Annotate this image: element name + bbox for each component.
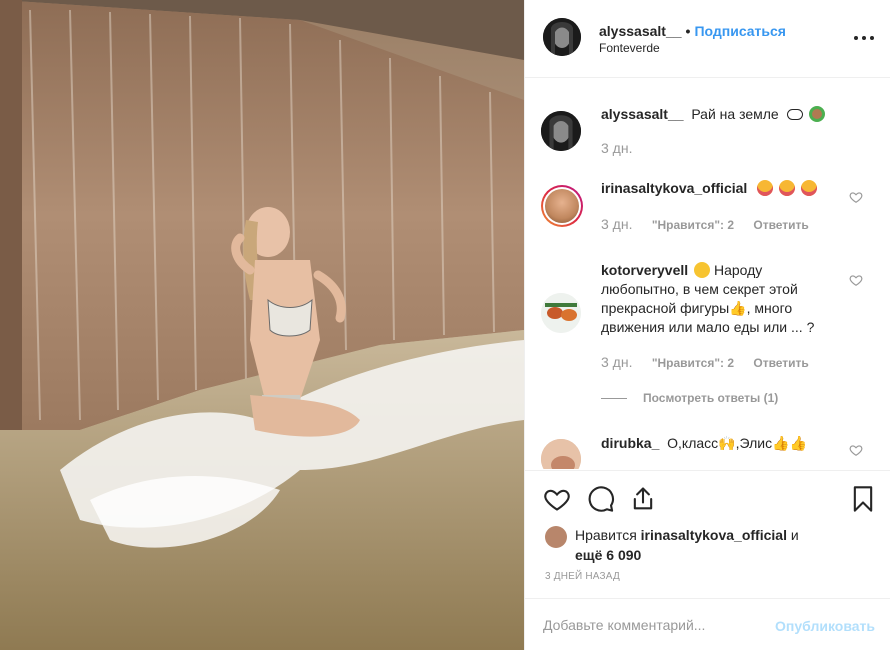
- like-comment-heart-icon[interactable]: [849, 190, 863, 204]
- author-avatar[interactable]: [541, 111, 581, 151]
- comment-meta: 3 дн.: [601, 140, 648, 156]
- view-replies-button[interactable]: Посмотреть ответы (1): [601, 391, 778, 405]
- comment-username[interactable]: dirubka_: [601, 435, 659, 451]
- comment-username[interactable]: irinasaltykova_official: [601, 180, 747, 196]
- waterfall-photo-illustration: [0, 0, 524, 650]
- likes-count[interactable]: ещё 6 090: [575, 547, 641, 563]
- comment-icon[interactable]: [587, 485, 615, 513]
- heart-icon[interactable]: [543, 485, 571, 513]
- comment-likes[interactable]: "Нравится": 2: [652, 218, 734, 232]
- thinking-face-emoji-icon: [694, 262, 711, 278]
- post-header: alyssasalt__ • Подписаться Fonteverde: [525, 0, 890, 78]
- bookmark-icon[interactable]: [849, 485, 877, 513]
- comment-meta: 3 дн. "Нравится": 2 Ответить: [601, 216, 825, 232]
- tongue-face-emoji-icon: [778, 180, 795, 196]
- comment-time[interactable]: 3 дн.: [601, 354, 632, 370]
- add-comment-bar: Опубликовать: [525, 598, 890, 650]
- liker-avatar[interactable]: [545, 526, 567, 548]
- comment-text: kotorveryvell Народу любопытно, в чем се…: [601, 261, 841, 337]
- commenter-avatar[interactable]: [541, 293, 581, 333]
- comment-time[interactable]: 3 дн.: [601, 216, 632, 232]
- commenter-avatar[interactable]: [541, 185, 583, 227]
- tongue-face-emoji-icon: [800, 180, 817, 196]
- likes-prefix: Нравится: [575, 527, 637, 543]
- likes-user[interactable]: irinasaltykova_official: [641, 527, 787, 543]
- comment-username[interactable]: alyssasalt__: [601, 106, 684, 122]
- separator-dot: •: [685, 23, 691, 39]
- like-comment-heart-icon[interactable]: [849, 443, 863, 457]
- author-line: alyssasalt__ • Подписаться: [599, 23, 786, 39]
- likes-summary: Нравится irinasaltykova_official и ещё 6…: [545, 525, 865, 565]
- comment-input[interactable]: [543, 613, 763, 637]
- comment-likes[interactable]: "Нравится": 2: [652, 356, 734, 370]
- comment-body: Рай на земле: [691, 106, 779, 122]
- more-options-icon[interactable]: [854, 28, 874, 48]
- view-replies-label[interactable]: Посмотреть ответы (1): [643, 391, 778, 405]
- reply-button[interactable]: Ответить: [753, 218, 808, 232]
- publish-button[interactable]: Опубликовать: [775, 618, 875, 634]
- tongue-face-emoji-icon: [757, 180, 774, 196]
- post-location[interactable]: Fonteverde: [599, 41, 660, 55]
- cloud-emoji-icon: [786, 109, 803, 120]
- post-photo[interactable]: [0, 0, 524, 650]
- post-side-panel: alyssasalt__ • Подписаться Fonteverde alys…: [524, 0, 890, 650]
- comment-meta: 3 дн. "Нравится": 2 Ответить: [601, 354, 825, 370]
- monkey-emoji-icon: [808, 106, 825, 122]
- post-timestamp[interactable]: 3 ДНЕЙ НАЗАД: [545, 571, 620, 582]
- comment-time[interactable]: 3 дн.: [601, 140, 632, 156]
- comment-username[interactable]: kotorveryvell: [601, 262, 688, 278]
- comments-list[interactable]: alyssasalt__ Рай на земле 3 дн. irinasal…: [525, 79, 890, 469]
- replies-divider-line: [601, 397, 627, 399]
- likes-text: Нравится irinasaltykova_official и ещё 6…: [575, 525, 865, 565]
- likes-middle: и: [790, 527, 799, 543]
- comment-text: dirubka_ О,класс🙌,Элис👍👍: [601, 434, 841, 453]
- share-icon[interactable]: [629, 485, 657, 513]
- follow-button[interactable]: Подписаться: [694, 23, 786, 39]
- author-avatar[interactable]: [543, 18, 581, 56]
- comment-text: irinasaltykova_official: [601, 179, 841, 198]
- reply-button[interactable]: Ответить: [753, 356, 808, 370]
- comment-body: О,класс🙌,Элис👍👍: [667, 435, 807, 451]
- author-username[interactable]: alyssasalt__: [599, 23, 682, 39]
- comment-text: alyssasalt__ Рай на земле: [601, 105, 841, 124]
- post-actions-bar: Нравится irinasaltykova_official и ещё 6…: [525, 470, 890, 598]
- commenter-avatar[interactable]: [541, 439, 581, 469]
- like-comment-heart-icon[interactable]: [849, 273, 863, 287]
